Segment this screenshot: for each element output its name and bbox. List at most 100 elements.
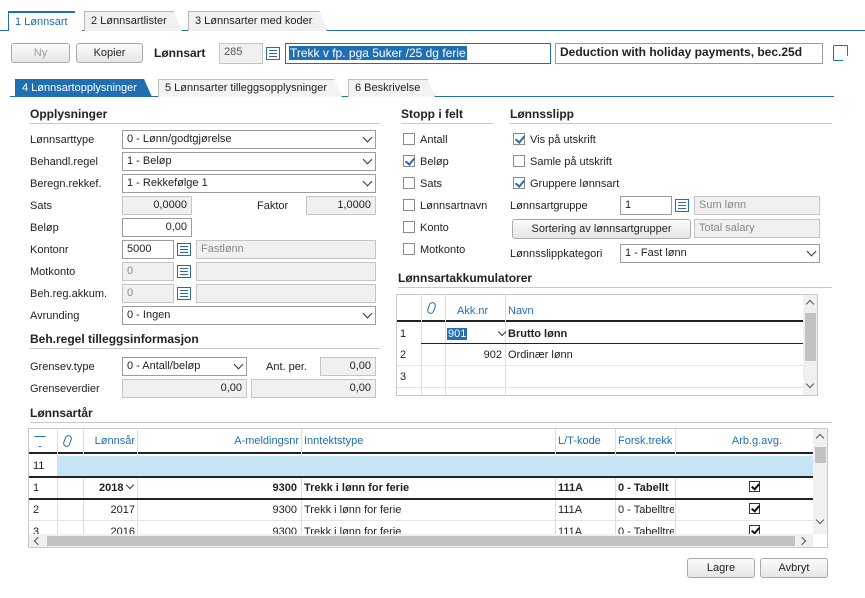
akk-row-line [421, 343, 803, 344]
sats-label: Sats [30, 200, 53, 212]
belop-label: Beløp [30, 222, 59, 234]
col-inntektstype[interactable]: Inntektstype [304, 434, 363, 448]
tab-beskrivelse[interactable]: 6 Beskrivelse [348, 79, 435, 97]
motkonto-field[interactable]: 0 [122, 262, 174, 281]
stopp-motkonto-checkbox[interactable] [403, 243, 415, 255]
lonnsartgruppe-field[interactable]: 1 [620, 196, 672, 215]
chevron-down-icon [362, 154, 373, 165]
lonnsart-name-field[interactable]: Trekk v fp. pga 5uker /25 dg ferie [285, 43, 551, 64]
col-line [83, 429, 84, 547]
chevron-up-icon[interactable] [805, 299, 815, 309]
chevron-right-icon[interactable] [797, 536, 807, 546]
row-num: 1 [33, 482, 40, 494]
tab-lonnsarter-med-koder[interactable]: 3 Lønnsarter med koder [188, 11, 327, 31]
lagre-button[interactable]: Lagre [687, 558, 755, 578]
sats-field[interactable]: 0,0000 [122, 196, 192, 215]
akk-row-navn: Ordinær lønn [508, 349, 573, 361]
stopp-divider [401, 123, 493, 124]
tab-lonnsart[interactable]: 1 Lønnsart [8, 11, 83, 31]
col-arbg-avg[interactable]: Arb.g.avg. [678, 434, 782, 448]
chevron-up-icon[interactable] [815, 433, 825, 443]
belop-field[interactable]: 0,00 [122, 218, 192, 237]
tab-lonnsartlister[interactable]: 2 Lønnsartlister [84, 11, 182, 31]
kontonr-field[interactable]: 5000 [122, 240, 174, 259]
avrunding-value: 0 - Ingen [127, 309, 171, 321]
akk-scroll-thumb[interactable] [805, 313, 816, 361]
row-line [29, 498, 813, 500]
chevron-down-icon [806, 246, 817, 257]
lookup-icon[interactable] [177, 243, 191, 256]
new-row[interactable] [57, 456, 813, 476]
row-arbg-checkbox[interactable] [749, 481, 760, 492]
lonnsslipp-header: Lønnsslipp [510, 107, 574, 121]
grensev-select[interactable]: 0 - Antall/beløp [122, 357, 247, 376]
row-arbg-checkbox[interactable] [749, 503, 760, 514]
stopp-belop-label: Beløp [420, 156, 449, 168]
antper-field[interactable]: 0,00 [320, 357, 376, 376]
copy-button[interactable]: Kopier [76, 43, 143, 63]
stopp-header: Stopp i felt [401, 107, 463, 121]
lonnsart-number-field[interactable]: 285 [219, 43, 263, 64]
stopp-konto-checkbox[interactable] [403, 221, 415, 233]
new-button[interactable]: Ny [11, 43, 70, 63]
akk-row-akk[interactable]: 902 [447, 348, 502, 362]
samle-pa-utskrift-checkbox[interactable] [513, 155, 525, 167]
avbryt-button[interactable]: Avbryt [760, 558, 828, 578]
akk-row-num: 3 [400, 371, 407, 383]
behreg-label: Beh.reg.akkum. [30, 288, 108, 300]
behandl-select[interactable]: 1 - Beløp [122, 152, 376, 171]
akk-col-line [421, 295, 422, 395]
chevron-down-icon[interactable] [125, 480, 135, 490]
vis-pa-utskrift-checkbox[interactable] [513, 133, 525, 145]
akk-row-akk-editing[interactable]: 901 [447, 327, 507, 341]
beregn-select[interactable]: 1 - Rekkefølge 1 [122, 174, 376, 193]
lookup-icon[interactable] [177, 287, 191, 300]
lookup-icon[interactable] [177, 265, 191, 278]
lonnsartar-vscroll[interactable] [813, 429, 827, 534]
lonnsart-english-field[interactable]: Deduction with holiday payments, bec.25d [555, 43, 823, 64]
chevron-left-icon[interactable] [33, 536, 43, 546]
lonnsslippkategori-select[interactable]: 1 - Fast lønn [620, 244, 820, 263]
gruppere-lonnsart-checkbox[interactable] [513, 177, 525, 189]
stopp-antall-checkbox[interactable] [403, 133, 415, 145]
lonnsartar-divider [30, 422, 832, 423]
row-lt-kode: 111A [558, 504, 583, 516]
row-lonnsar[interactable]: 2018 [99, 481, 123, 495]
lonnsslipp-divider [510, 123, 832, 124]
behreg-name-field [196, 284, 376, 303]
col-forsk-trekk[interactable]: Forsk.trekk [618, 434, 672, 448]
stopp-lonnsartnavn-checkbox[interactable] [403, 199, 415, 211]
col-ameldingsnr[interactable]: A-meldingsnr [139, 434, 299, 448]
tab-lonnsarter-tilleggsopplysninger[interactable]: 5 Lønnsarter tilleggsopplysninger [158, 79, 342, 97]
tillegg-header: Beh.regel tilleggsinformasjon [30, 332, 199, 346]
grenseverdi-2-field[interactable]: 0,00 [251, 379, 376, 398]
note-icon[interactable] [833, 45, 848, 61]
lookup-icon[interactable] [675, 199, 689, 212]
akk-col-akknr[interactable]: Akk.nr [457, 304, 488, 318]
lonnsartar-hscroll[interactable] [29, 534, 813, 547]
stopp-belop-checkbox[interactable] [403, 155, 415, 167]
chevron-down-icon[interactable] [815, 515, 825, 525]
lonnsslippkategori-value: 1 - Fast lønn [625, 247, 687, 259]
lonnsart-name-selection: Trekk v fp. pga 5uker /25 dg ferie [289, 46, 467, 60]
behreg-field[interactable]: 0 [122, 284, 174, 303]
opplysninger-divider [30, 123, 380, 124]
akk-col-navn[interactable]: Navn [508, 304, 534, 318]
col-lonnsar[interactable]: Lønnsår [85, 434, 135, 448]
sortering-button[interactable]: Sortering av lønnsartgrupper [512, 219, 691, 239]
avrunding-select[interactable]: 0 - Ingen [122, 306, 376, 325]
grenseverdi-1-field[interactable]: 0,00 [122, 379, 247, 398]
row-lonnsar[interactable]: 2017 [85, 503, 135, 517]
faktor-field[interactable]: 1,0000 [306, 196, 376, 215]
lonnsartar-hscroll-thumb[interactable] [47, 536, 795, 546]
akk-scrollbar[interactable] [803, 295, 817, 395]
lookup-icon[interactable] [266, 47, 280, 60]
stopp-sats-checkbox[interactable] [403, 177, 415, 189]
chevron-down-icon[interactable] [805, 379, 815, 389]
akk-row-num: 2 [400, 349, 407, 361]
lonnsartar-vscroll-thumb[interactable] [815, 447, 826, 463]
col-lt-kode[interactable]: L/T-kode [558, 434, 601, 448]
lonnsarttype-select[interactable]: 0 - Lønn/godtgjørelse [122, 130, 376, 149]
tab-lonnsartopplysninger[interactable]: 4 Lønnsartopplysninger [15, 79, 152, 97]
akk-row-num: 1 [400, 328, 407, 340]
